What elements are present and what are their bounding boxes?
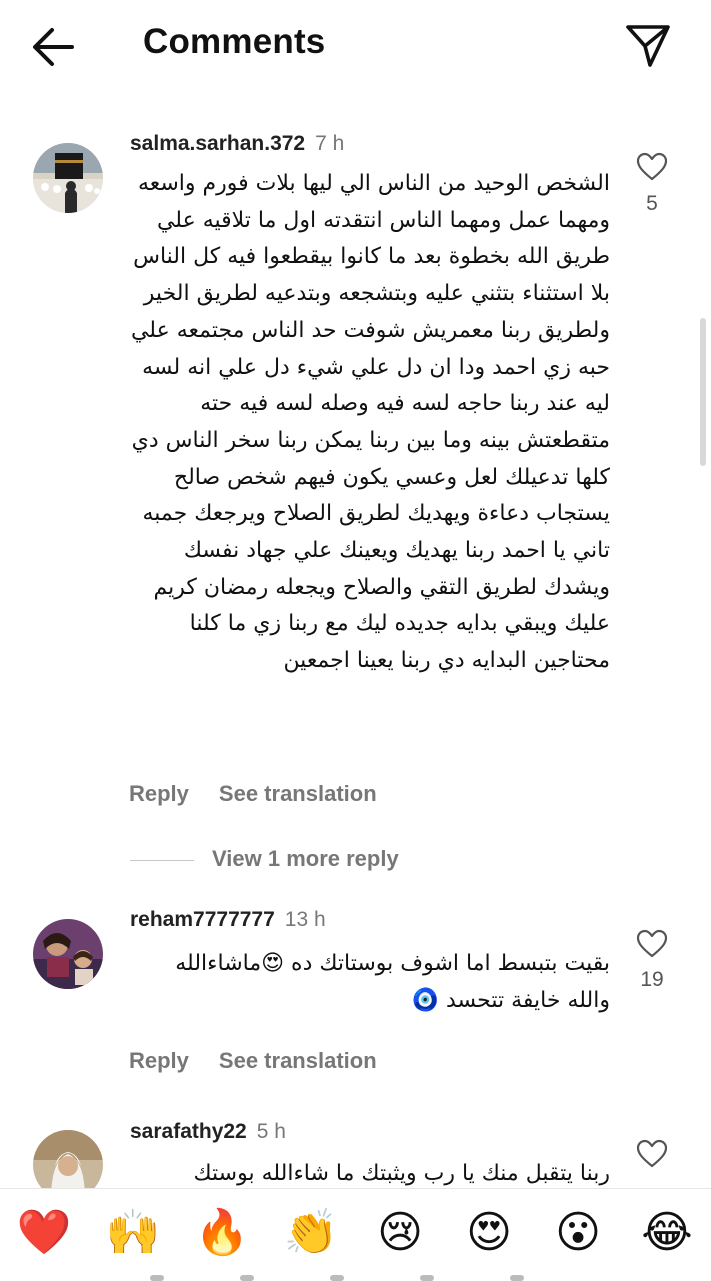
- timestamp: 7 h: [315, 132, 345, 155]
- reply-button[interactable]: Reply: [129, 1048, 189, 1073]
- view-more-label[interactable]: View 1 more reply: [212, 846, 399, 872]
- reaction-surprised-icon[interactable]: 😮: [550, 1205, 606, 1261]
- reaction-clap-icon[interactable]: 👏: [283, 1205, 339, 1261]
- timestamp: 5 h: [256, 1120, 286, 1143]
- see-translation-button[interactable]: See translation: [219, 781, 377, 806]
- username[interactable]: reham7777777: [130, 908, 275, 931]
- divider: [130, 860, 194, 861]
- reaction-bar: ❤️ 🙌 🔥 👏 😢 😍 😮 😂: [0, 1188, 711, 1281]
- comment-actions: Reply See translation: [129, 781, 407, 807]
- comment-meta: salma.sarhan.372 7 h: [130, 132, 344, 156]
- comment-meta: sarafathy22 5 h: [130, 1120, 286, 1144]
- comment-text: بقيت بتبسط اما اشوف بوستاتك ده 😍ماشاءالل…: [175, 951, 610, 1013]
- timestamp: 13 h: [284, 908, 326, 931]
- scroll-indicator: [150, 1275, 570, 1281]
- avatar[interactable]: [33, 919, 103, 989]
- send-icon[interactable]: [624, 22, 672, 70]
- comment-text: الشخص الوحيد من الناس الي ليها بلات فورم…: [130, 171, 610, 674]
- see-translation-button[interactable]: See translation: [219, 1048, 377, 1073]
- arrow-left-icon[interactable]: [28, 24, 80, 70]
- username[interactable]: sarafathy22: [130, 1120, 247, 1143]
- heart-icon[interactable]: [636, 152, 668, 182]
- username[interactable]: salma.sarhan.372: [130, 132, 305, 155]
- comment-meta: reham7777777 13 h: [130, 908, 326, 932]
- reaction-fire-icon[interactable]: 🔥: [194, 1205, 250, 1261]
- like-count: 19: [640, 968, 664, 991]
- comment-actions: Reply See translation: [129, 1048, 407, 1074]
- page-title: Comments: [143, 22, 326, 61]
- header: Comments: [0, 0, 711, 92]
- reaction-heart-eyes-icon[interactable]: 😍: [461, 1205, 517, 1261]
- comment-text: ربنا يتقبل منك يا رب ويثبتك ما شاءالله ب…: [193, 1161, 610, 1186]
- reaction-laughing-icon[interactable]: 😂: [639, 1205, 695, 1261]
- like-count: 5: [646, 192, 658, 215]
- heart-icon[interactable]: [636, 929, 668, 959]
- reaction-crying-icon[interactable]: 😢: [372, 1205, 428, 1261]
- reaction-heart-icon[interactable]: ❤️: [16, 1205, 72, 1261]
- reaction-raised-hands-icon[interactable]: 🙌: [105, 1205, 161, 1261]
- reply-button[interactable]: Reply: [129, 781, 189, 806]
- heart-icon[interactable]: [636, 1139, 668, 1169]
- avatar[interactable]: [33, 143, 103, 213]
- scrollbar[interactable]: [700, 318, 706, 466]
